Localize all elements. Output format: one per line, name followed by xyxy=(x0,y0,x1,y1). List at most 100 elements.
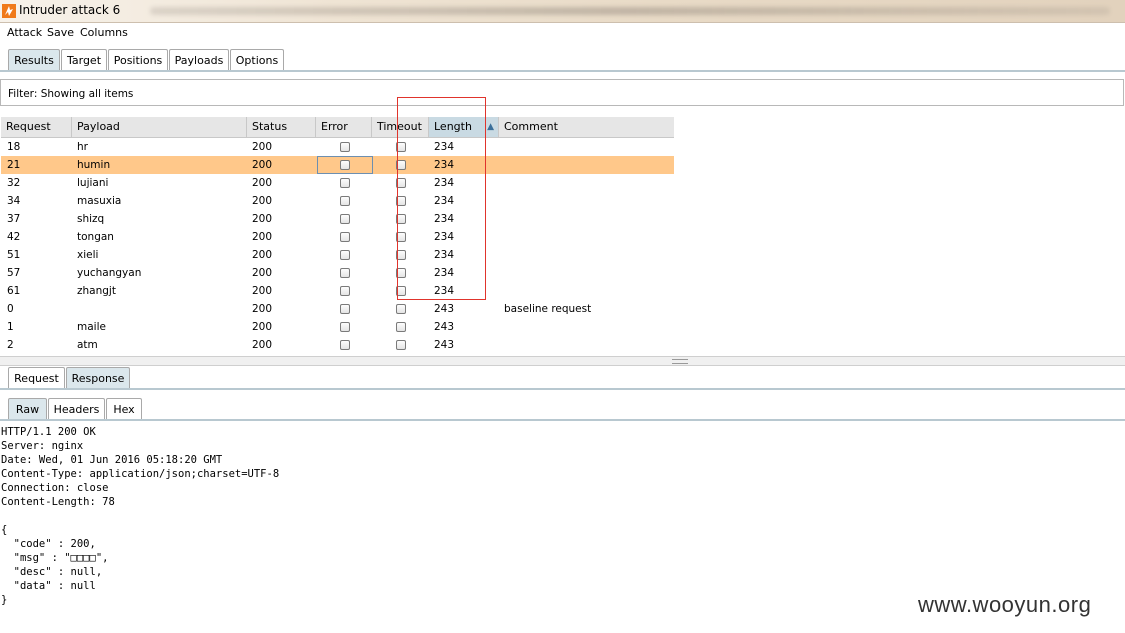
cell-payload: humin xyxy=(77,159,111,171)
cell-status: 200 xyxy=(252,141,273,153)
cell-status: 200 xyxy=(252,231,273,243)
message-tab-underline xyxy=(0,388,1125,390)
main-tab-bar: Results Target Positions Payloads Option… xyxy=(0,49,1125,73)
cell-status: 200 xyxy=(252,177,273,189)
error-checkbox[interactable] xyxy=(340,250,350,260)
table-row[interactable]: 21 humin 200 234 xyxy=(1,156,674,174)
table-header: Request Payload Status Error Timeout Len… xyxy=(1,117,674,138)
response-line: "desc" : null, xyxy=(1,566,103,578)
table-row[interactable]: 37 shizq 200 234 xyxy=(1,210,674,228)
cell-status: 200 xyxy=(252,195,273,207)
table-row[interactable]: 0 200 243 baseline request xyxy=(1,300,674,318)
message-tab-bar: Request Response xyxy=(0,367,1125,391)
column-header-error[interactable]: Error xyxy=(316,117,372,137)
cell-request: 34 xyxy=(7,195,21,207)
table-row[interactable]: 42 tongan 200 234 xyxy=(1,228,674,246)
error-checkbox[interactable] xyxy=(340,160,350,170)
tab-raw[interactable]: Raw xyxy=(8,398,47,419)
table-row[interactable]: 51 xieli 200 234 xyxy=(1,246,674,264)
burp-app-icon xyxy=(2,4,16,18)
cell-length: 243 xyxy=(434,321,455,333)
pane-splitter[interactable] xyxy=(0,356,1125,366)
menu-save[interactable]: Save xyxy=(47,26,74,39)
response-line: Content-Type: application/json;charset=U… xyxy=(1,468,280,480)
tab-positions[interactable]: Positions xyxy=(108,49,168,70)
cell-request: 0 xyxy=(7,303,14,315)
cell-payload: maile xyxy=(77,321,106,333)
response-line: "msg" : "□□□□", xyxy=(1,552,109,564)
error-checkbox[interactable] xyxy=(340,196,350,206)
cell-payload: xieli xyxy=(77,249,99,261)
cell-comment: baseline request xyxy=(504,303,592,315)
tab-response[interactable]: Response xyxy=(66,367,130,388)
cell-status: 200 xyxy=(252,213,273,225)
tab-results[interactable]: Results xyxy=(8,49,60,70)
window-title: Intruder attack 6 xyxy=(19,3,121,17)
tab-hex[interactable]: Hex xyxy=(106,398,142,419)
tab-payloads[interactable]: Payloads xyxy=(169,49,229,70)
error-checkbox[interactable] xyxy=(340,214,350,224)
timeout-checkbox[interactable] xyxy=(396,322,406,332)
column-header-request[interactable]: Request xyxy=(1,117,72,137)
splitter-grip-icon[interactable] xyxy=(672,359,688,364)
menu-attack[interactable]: Attack xyxy=(7,26,42,39)
tab-request[interactable]: Request xyxy=(8,367,65,388)
menu-columns[interactable]: Columns xyxy=(80,26,128,39)
error-checkbox[interactable] xyxy=(340,178,350,188)
error-checkbox[interactable] xyxy=(340,142,350,152)
cell-payload: atm xyxy=(77,339,98,351)
timeout-checkbox[interactable] xyxy=(396,304,406,314)
response-line: "data" : null xyxy=(1,580,96,592)
response-line xyxy=(1,509,279,523)
cell-status: 200 xyxy=(252,249,273,261)
cell-request: 18 xyxy=(7,141,21,153)
error-checkbox[interactable] xyxy=(340,322,350,332)
response-raw-text[interactable]: HTTP/1.1 200 OK Server: nginx Date: Wed, 0… xyxy=(1,425,279,607)
table-row[interactable]: 18 hr 200 234 xyxy=(1,138,674,156)
response-line: Content-Length: 78 xyxy=(1,496,115,508)
table-row[interactable]: 61 zhangjt 200 234 xyxy=(1,282,674,300)
cell-payload: masuxia xyxy=(77,195,122,207)
table-row[interactable]: 1 maile 200 243 xyxy=(1,318,674,336)
filter-text: Filter: Showing all items xyxy=(8,88,134,100)
response-line: } xyxy=(1,594,8,606)
error-checkbox[interactable] xyxy=(340,268,350,278)
timeout-checkbox[interactable] xyxy=(396,340,406,350)
response-line: Date: Wed, 01 Jun 2016 05:18:20 GMT xyxy=(1,454,223,466)
column-header-payload[interactable]: Payload xyxy=(72,117,247,137)
column-header-comment[interactable]: Comment xyxy=(499,117,674,137)
cell-status: 200 xyxy=(252,303,273,315)
error-checkbox[interactable] xyxy=(340,340,350,350)
tab-options[interactable]: Options xyxy=(230,49,284,70)
cell-request: 42 xyxy=(7,231,21,243)
table-row[interactable]: 2 atm 200 243 xyxy=(1,336,674,354)
cell-request: 2 xyxy=(7,339,14,351)
cell-status: 200 xyxy=(252,321,273,333)
table-row[interactable]: 34 masuxia 200 234 xyxy=(1,192,674,210)
response-line: { xyxy=(1,524,8,536)
title-bar: Intruder attack 6 xyxy=(0,0,1125,23)
table-row[interactable]: 32 lujiani 200 234 xyxy=(1,174,674,192)
filter-bar[interactable]: Filter: Showing all items xyxy=(0,79,1124,106)
cell-length: 243 xyxy=(434,303,455,315)
tab-headers[interactable]: Headers xyxy=(48,398,105,419)
cell-request: 57 xyxy=(7,267,21,279)
response-line: Server: nginx xyxy=(1,440,84,452)
error-checkbox[interactable] xyxy=(340,304,350,314)
cell-payload: shizq xyxy=(77,213,105,225)
cell-request: 61 xyxy=(7,285,21,297)
cell-payload: lujiani xyxy=(77,177,109,189)
highlight-annotation-box xyxy=(397,97,486,300)
sort-ascending-icon: ▲ xyxy=(487,122,494,132)
cell-payload: yuchangyan xyxy=(77,267,142,279)
table-row[interactable]: 57 yuchangyan 200 234 xyxy=(1,264,674,282)
tab-target[interactable]: Target xyxy=(61,49,107,70)
cell-length: 243 xyxy=(434,339,455,351)
cell-request: 32 xyxy=(7,177,21,189)
column-header-status[interactable]: Status xyxy=(247,117,316,137)
cell-request: 21 xyxy=(7,159,21,171)
cell-status: 200 xyxy=(252,159,273,171)
error-checkbox[interactable] xyxy=(340,232,350,242)
error-checkbox[interactable] xyxy=(340,286,350,296)
response-line: HTTP/1.1 200 OK xyxy=(1,426,96,438)
